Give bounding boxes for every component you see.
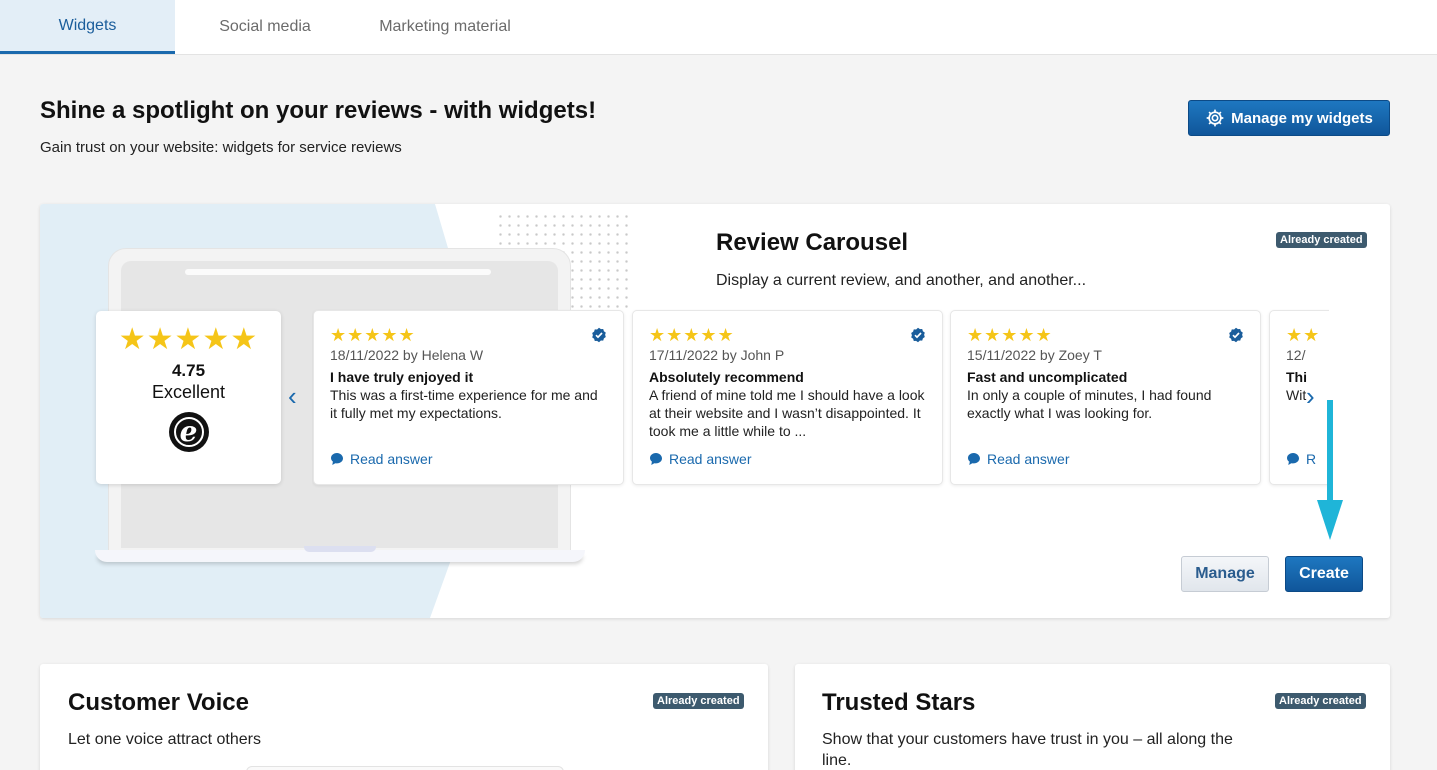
review-stars: ★★★★★	[649, 325, 735, 345]
review-carousel-track: ★★★★★ 18/11/2022 by Helena W I have trul…	[312, 309, 1329, 491]
speech-bubble-icon	[1287, 453, 1299, 465]
trusted-shops-logo: e	[168, 412, 209, 452]
review-date-author: 12/	[1286, 347, 1306, 363]
tab-bar: Widgets Social media Marketing material	[0, 0, 1437, 55]
laptop-notch	[304, 546, 376, 552]
review-text: This was a first-time experience for me …	[330, 387, 598, 421]
overall-rating-card: ★★★★★ 4.75 Excellent e	[96, 311, 281, 484]
review-title: Fast and uncomplicated	[967, 369, 1128, 385]
review-card: ★★★★★ 15/11/2022 by Zoey T Fast and unco…	[950, 310, 1261, 485]
page-subtitle: Gain trust on your website: widgets for …	[40, 139, 402, 156]
verified-badge-icon	[911, 327, 925, 343]
manage-my-widgets-label: Manage my widgets	[1231, 109, 1373, 127]
trusted-stars-title: Trusted Stars	[822, 689, 976, 716]
manage-button[interactable]: Manage	[1181, 556, 1269, 592]
review-carousel-title: Review Carousel	[716, 229, 909, 256]
read-answer-link[interactable]: R	[1286, 450, 1316, 468]
customer-voice-preview	[246, 766, 564, 770]
page-title: Shine a spotlight on your reviews - with…	[40, 97, 597, 124]
verified-badge-icon	[592, 327, 606, 343]
already-created-badge: Already created	[1276, 232, 1367, 248]
review-stars: ★★★★★	[330, 325, 416, 345]
carousel-next-arrow[interactable]: ›	[1306, 383, 1315, 409]
speech-bubble-icon	[968, 453, 980, 465]
customer-voice-card: Customer Voice Already created Let one v…	[40, 664, 768, 770]
read-answer-link[interactable]: Read answer	[967, 450, 1070, 468]
speech-bubble-icon	[331, 453, 343, 465]
review-text: A friend of mine told me I should have a…	[649, 387, 925, 439]
customer-voice-description: Let one voice attract others	[68, 731, 261, 748]
gear-icon	[1206, 109, 1224, 127]
review-stars: ★★★★★	[967, 325, 1053, 345]
tab-social-media[interactable]: Social media	[190, 0, 340, 54]
carousel-prev-arrow[interactable]: ‹	[288, 383, 297, 409]
manage-my-widgets-button[interactable]: Manage my widgets	[1188, 100, 1390, 136]
create-button[interactable]: Create	[1285, 556, 1363, 592]
read-answer-link[interactable]: Read answer	[330, 450, 433, 468]
review-date-author: 18/11/2022 by Helena W	[330, 347, 484, 363]
review-date-author: 17/11/2022 by John P	[649, 347, 785, 363]
pointer-arrow-icon	[1317, 400, 1343, 540]
review-text: In only a couple of minutes, I had found…	[967, 387, 1212, 421]
tab-marketing-material[interactable]: Marketing material	[360, 0, 530, 54]
rating-score: 4.75	[171, 361, 206, 380]
review-card: ★★★★★ 17/11/2022 by John P Absolutely re…	[632, 310, 943, 485]
already-created-badge: Already created	[1275, 693, 1366, 709]
read-answer-link[interactable]: Read answer	[649, 450, 752, 468]
trusted-stars-description: Show that your customers have trust in y…	[822, 731, 1233, 769]
tab-widgets[interactable]: Widgets	[0, 0, 175, 54]
rating-stars: ★★★★★	[118, 323, 259, 356]
review-carousel-card: ★★★★★ 4.75 Excellent e ‹ ★★★★★ 18/11/202…	[40, 204, 1390, 618]
review-title: I have truly enjoyed it	[330, 369, 474, 385]
verified-badge-icon	[1229, 327, 1243, 343]
laptop-address-bar	[185, 269, 491, 275]
trusted-stars-card: Trusted Stars Already created Show that …	[795, 664, 1390, 770]
review-title: Absolutely recommend	[649, 369, 804, 385]
review-card: ★★★★★ 18/11/2022 by Helena W I have trul…	[313, 310, 624, 485]
speech-bubble-icon	[650, 453, 662, 465]
review-carousel-description: Display a current review, and another, a…	[716, 272, 1087, 289]
customer-voice-title: Customer Voice	[68, 689, 249, 716]
already-created-badge: Already created	[653, 693, 744, 709]
rating-label: Excellent	[151, 382, 226, 402]
review-stars: ★★	[1286, 325, 1321, 345]
review-date-author: 15/11/2022 by Zoey T	[967, 347, 1102, 363]
